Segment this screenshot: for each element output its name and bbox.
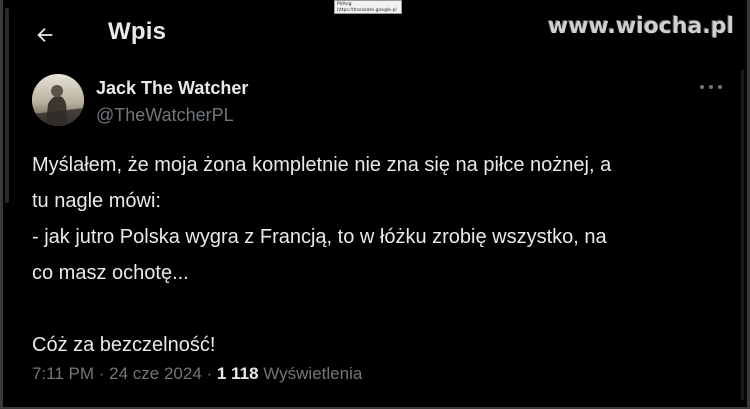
back-button[interactable] bbox=[28, 18, 62, 52]
more-horizontal-icon-dot bbox=[718, 85, 722, 89]
views-count[interactable]: 1 118 bbox=[217, 364, 259, 383]
views-label: Wyświetlenia bbox=[258, 364, 363, 383]
avatar-image bbox=[32, 74, 84, 126]
author-row: Jack The Watcher @TheWatcherPL bbox=[32, 72, 722, 132]
tweet-text: Myślałem, że moja żona kompletnie nie zn… bbox=[32, 154, 612, 356]
page-title: Wpis bbox=[108, 18, 167, 45]
avatar[interactable] bbox=[32, 74, 84, 126]
page-header: Wpis Pl/Ang https://translate.google.pl … bbox=[0, 0, 750, 70]
arrow-left-icon bbox=[37, 27, 53, 43]
author-name[interactable]: Jack The Watcher bbox=[96, 78, 248, 99]
tweet-meta: 7:11 PM · 24 cze 2024 · 1 118 Wyświetlen… bbox=[32, 364, 362, 384]
author-handle[interactable]: @TheWatcherPL bbox=[96, 105, 234, 126]
more-horizontal-icon-dot bbox=[709, 85, 713, 89]
translate-tooltip: Pl/Ang https://translate.google.pl bbox=[334, 0, 402, 14]
right-scrollbar[interactable] bbox=[741, 70, 744, 400]
meta-separator: · bbox=[201, 364, 217, 383]
tweet-time[interactable]: 7:11 PM bbox=[32, 364, 94, 383]
meta-separator: · bbox=[94, 364, 110, 383]
tweet-date[interactable]: 24 cze 2024 bbox=[109, 364, 202, 383]
more-horizontal-icon bbox=[700, 85, 704, 89]
more-options-button[interactable] bbox=[700, 80, 722, 94]
site-watermark: www.wiocha.pl bbox=[547, 14, 734, 39]
translate-tooltip-line2: https://translate.google.pl bbox=[337, 7, 397, 13]
